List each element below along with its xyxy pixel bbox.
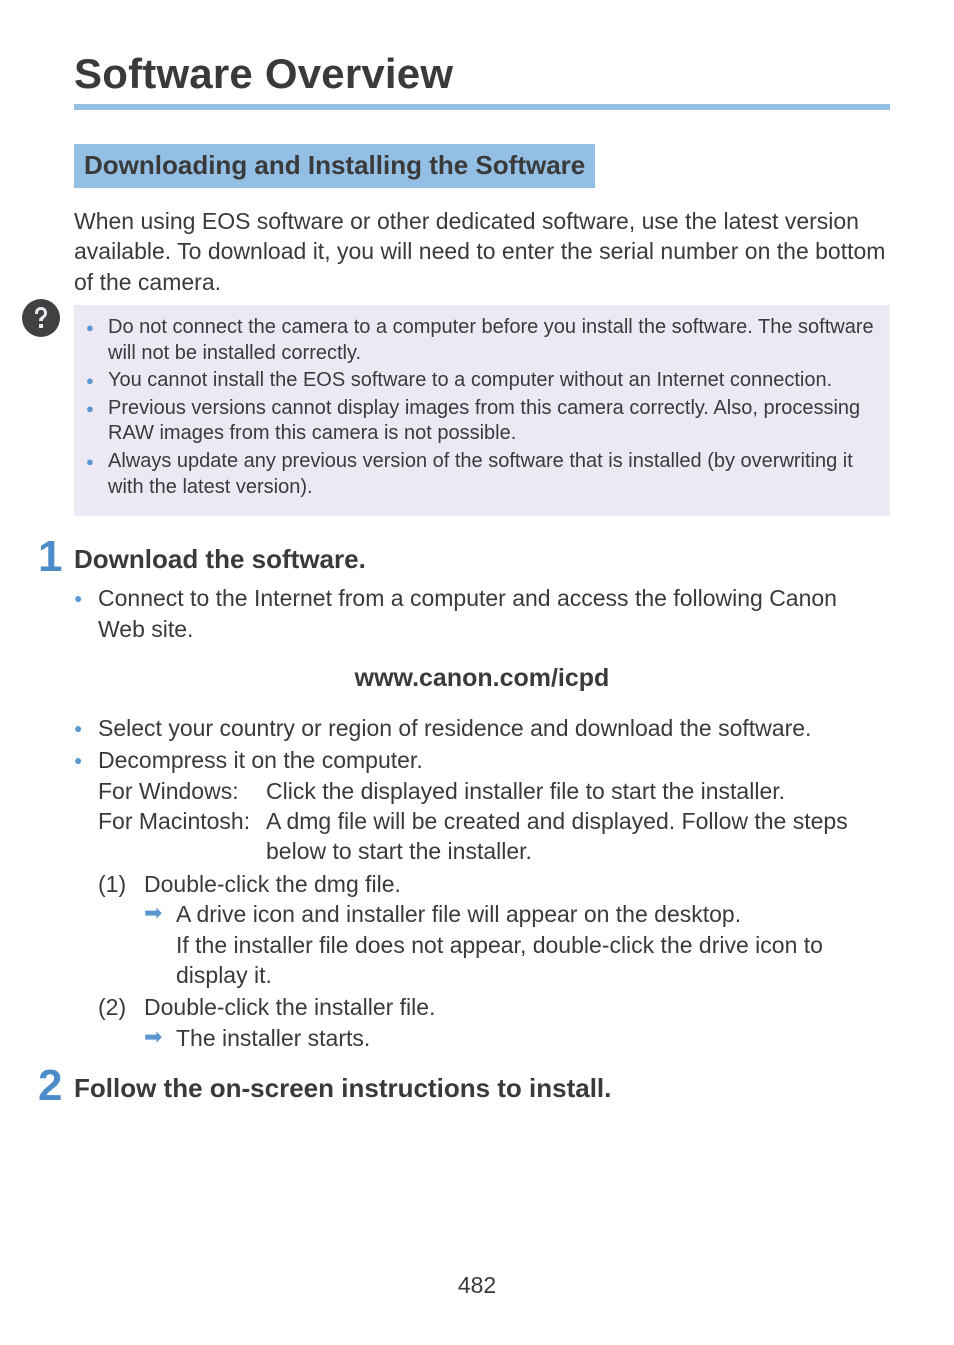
warning-item: You cannot install the EOS software to a… [84,368,876,394]
step-1-select-bullet: Select your country or region of residen… [74,713,890,743]
intro-paragraph: When using EOS software or other dedicat… [74,206,890,297]
substep-1-arrow-text-cont: If the installer file does not appear, d… [176,930,890,991]
substep-2-label: (2) [98,992,126,1022]
step-1-decompress-bullet: Decompress it on the computer. For Windo… [74,745,890,1053]
step-1-title: Download the software. [74,544,890,575]
section-heading: Downloading and Installing the Software [74,144,595,188]
step-1: 1 Download the software. Connect to the … [74,544,890,1053]
warning-item: Previous versions cannot display images … [84,396,876,447]
substep-2-arrow-text: The installer starts. [176,1025,370,1051]
decompress-text: Decompress it on the computer. [98,747,423,773]
arrow-icon: ➡ [144,902,162,924]
title-underline [74,104,890,110]
warning-box: Do not connect the camera to a computer … [74,305,890,516]
substep-2: (2) Double-click the installer file. ➡ T… [98,992,890,1053]
substep-1-label: (1) [98,869,126,899]
substep-1-arrow-text: A drive icon and installer file will app… [176,901,741,927]
warning-list: Do not connect the camera to a computer … [84,315,876,500]
step-1-connect-bullet: Connect to the Internet from a computer … [74,583,890,644]
download-url: www.canon.com/icpd [74,664,890,693]
step-number: 2 [38,1061,62,1111]
step-2: 2 Follow the on-screen instructions to i… [74,1073,890,1104]
warning-item: Do not connect the camera to a computer … [84,315,876,366]
step-number: 1 [38,532,62,582]
substep-2-result: ➡ The installer starts. [144,1023,890,1053]
windows-label: For Windows: [98,776,266,806]
substep-2-text: Double-click the installer file. [144,994,435,1020]
substep-1-result: ➡ A drive icon and installer file will a… [144,899,890,990]
substep-1: (1) Double-click the dmg file. ➡ A drive… [98,869,890,990]
page-number: 482 [0,1272,954,1299]
arrow-icon: ➡ [144,1026,162,1048]
windows-text: Click the displayed installer file to st… [266,776,890,806]
warning-item: Always update any previous version of th… [84,449,876,500]
macintosh-label: For Macintosh: [98,806,266,867]
macintosh-text: A dmg file will be created and displayed… [266,806,890,867]
warning-icon [22,299,60,337]
substep-1-text: Double-click the dmg file. [144,871,401,897]
page-title: Software Overview [74,50,890,98]
step-2-title: Follow the on-screen instructions to ins… [74,1073,890,1104]
